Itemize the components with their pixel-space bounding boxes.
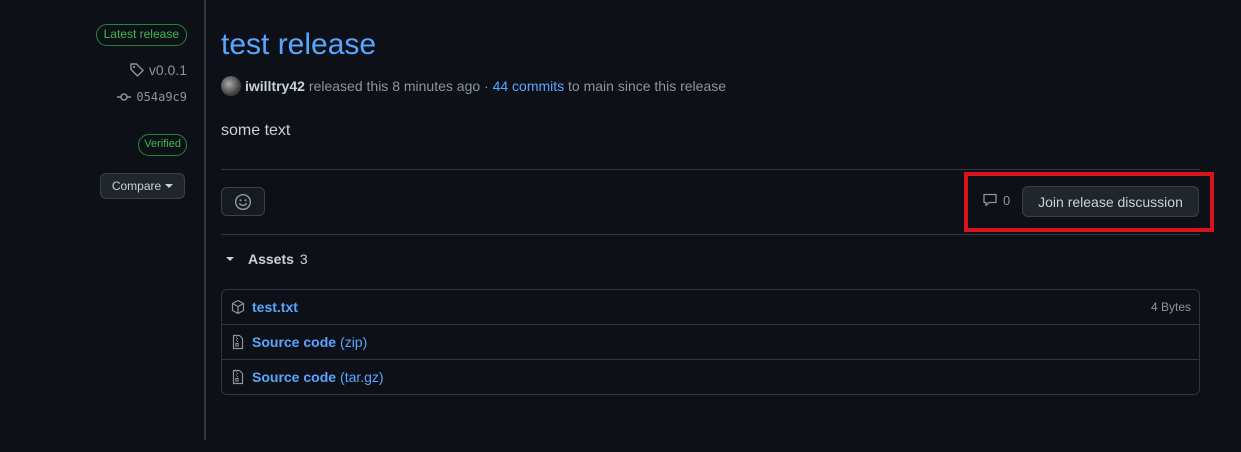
latest-release-badge: Latest release — [95, 24, 187, 46]
asset-ext[interactable]: (tar.gz) — [340, 369, 384, 385]
since-text: to main since this release — [568, 78, 727, 94]
release-title[interactable]: test release — [221, 28, 376, 62]
file-zip-icon — [230, 369, 246, 385]
assets-toggle[interactable]: Assets 3 — [221, 251, 308, 267]
comment-count[interactable]: 0 — [982, 192, 1010, 208]
join-discussion-button[interactable]: Join release discussion — [1022, 186, 1199, 217]
package-icon — [230, 299, 246, 315]
asset-size: 4 Bytes — [1150, 300, 1191, 314]
avatar[interactable] — [221, 76, 241, 96]
compare-label: Compare — [111, 179, 162, 193]
release-sidebar: Latest release v0.0.1 054a9c9 Verified C… — [0, 0, 206, 440]
asset-name-link[interactable]: Source code — [252, 369, 336, 385]
released-text: released this 8 minutes ago · — [308, 78, 489, 94]
add-reaction-button[interactable] — [221, 187, 265, 216]
verified-badge[interactable]: Verified — [138, 134, 187, 156]
divider — [221, 234, 1200, 235]
assets-count: 3 — [299, 251, 308, 267]
list-item: test.txt 4 Bytes — [222, 290, 1199, 324]
asset-ext[interactable]: (zip) — [340, 334, 367, 350]
release-meta: iwilltry42 released this 8 minutes ago ·… — [221, 76, 726, 96]
comment-count-value: 0 — [1003, 192, 1011, 208]
assets-list: test.txt 4 Bytes Source code (zip) Sourc… — [221, 289, 1200, 395]
chevron-down-icon — [165, 184, 174, 188]
git-commit-icon — [117, 93, 132, 101]
assets-label: Assets — [248, 251, 294, 267]
commit-sha: 054a9c9 — [136, 90, 187, 104]
list-item: Source code (tar.gz) — [222, 359, 1199, 394]
smiley-icon — [234, 193, 252, 210]
triangle-down-icon — [226, 257, 234, 261]
author-link[interactable]: iwilltry42 — [245, 78, 305, 94]
asset-name-link[interactable]: Source code — [252, 334, 336, 350]
commit-link[interactable]: 054a9c9 — [116, 89, 187, 105]
join-discussion-label: Join release discussion — [1038, 193, 1183, 210]
asset-name-link[interactable]: test.txt — [252, 299, 298, 315]
release-body: some text — [221, 122, 291, 139]
tag-icon — [130, 63, 144, 77]
list-item: Source code (zip) — [222, 324, 1199, 359]
tag-label: v0.0.1 — [148, 62, 187, 78]
divider — [221, 169, 1200, 170]
comment-icon — [983, 193, 997, 207]
commits-link[interactable]: 44 commits — [493, 78, 565, 94]
compare-button[interactable]: Compare — [100, 173, 185, 199]
tag-link[interactable]: v0.0.1 — [129, 62, 187, 78]
file-zip-icon — [230, 334, 246, 350]
